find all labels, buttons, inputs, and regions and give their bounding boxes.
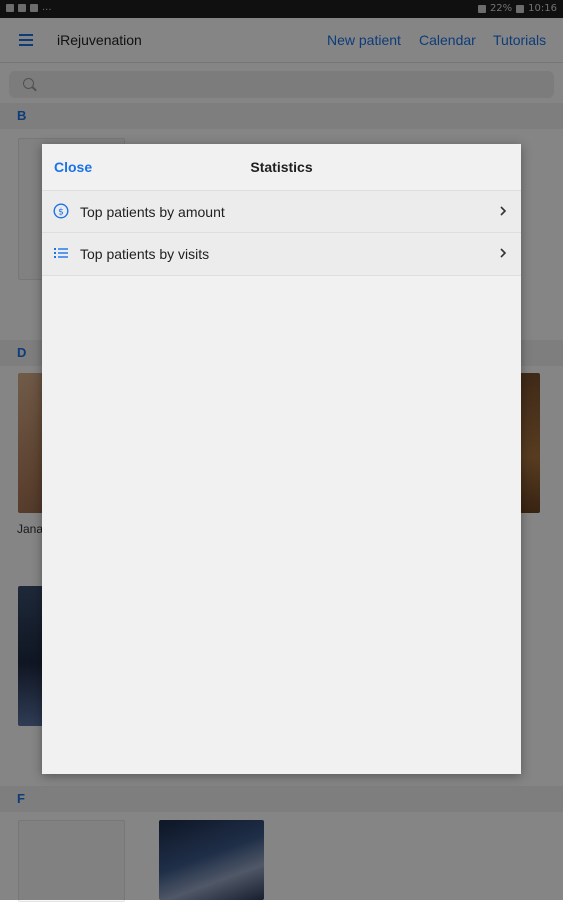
modal-header: Statistics Close <box>42 144 521 190</box>
close-button[interactable]: Close <box>54 159 92 175</box>
chevron-right-icon <box>496 245 510 261</box>
stats-item-top-by-visits[interactable]: Top patients by visits <box>42 232 521 276</box>
chevron-right-icon <box>496 203 510 219</box>
list-icon <box>53 245 69 261</box>
modal-title: Statistics <box>250 159 313 175</box>
stats-item-label: Top patients by amount <box>80 204 225 220</box>
stats-item-label: Top patients by visits <box>80 246 210 262</box>
dollar-circle-icon: $ <box>53 203 69 219</box>
statistics-modal: Statistics Close $ Top patients by amoun… <box>42 144 521 774</box>
stats-item-top-by-amount[interactable]: $ Top patients by amount <box>42 190 521 233</box>
svg-text:$: $ <box>58 207 64 217</box>
